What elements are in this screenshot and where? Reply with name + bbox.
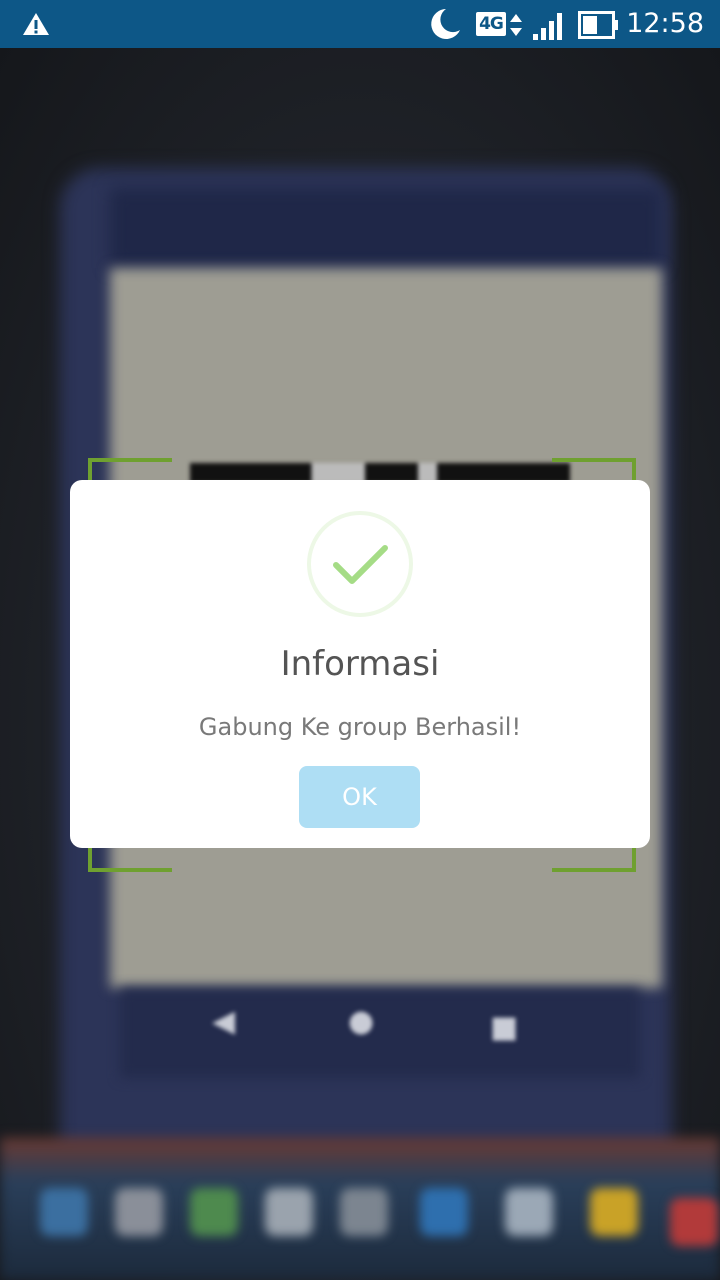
screen: 4G 12:58 ◀ ● ■ Informasi Gabung Ke group… — [0, 0, 720, 1280]
scan-frame-corner-bottom-left — [88, 846, 172, 872]
network-type-badge: 4G — [476, 12, 506, 36]
scanned-device-navbar-blur — [120, 988, 640, 1078]
signal-icon — [531, 12, 567, 44]
ok-button[interactable]: OK — [299, 766, 420, 828]
check-icon — [306, 510, 414, 618]
recents-icon: ■ — [490, 1010, 519, 1045]
taskbar-app-icon — [670, 1198, 718, 1246]
taskbar-app-icon — [40, 1188, 88, 1236]
taskbar-app-icon — [265, 1188, 313, 1236]
taskbar-app-icon — [190, 1188, 238, 1236]
dialog-title: Informasi — [280, 644, 440, 684]
taskbar-app-icon — [115, 1188, 163, 1236]
status-bar: 4G 12:58 — [0, 0, 720, 48]
taskbar-app-icon — [505, 1188, 553, 1236]
moon-icon — [426, 6, 462, 46]
taskbar-app-icon — [590, 1188, 638, 1236]
taskbar-app-icon — [420, 1188, 468, 1236]
taskbar-app-icon — [340, 1188, 388, 1236]
data-arrows-icon — [509, 12, 523, 42]
clock: 12:58 — [626, 8, 704, 39]
success-dialog: Informasi Gabung Ke group Berhasil! OK — [70, 480, 650, 848]
scan-frame-corner-bottom-right — [552, 846, 636, 872]
warning-icon — [22, 11, 50, 41]
back-icon: ◀ — [212, 1004, 236, 1039]
dialog-message: Gabung Ke group Berhasil! — [198, 713, 522, 741]
home-icon: ● — [348, 1004, 375, 1039]
battery-icon — [578, 11, 620, 43]
scanned-device-appbar-blur — [110, 188, 662, 268]
